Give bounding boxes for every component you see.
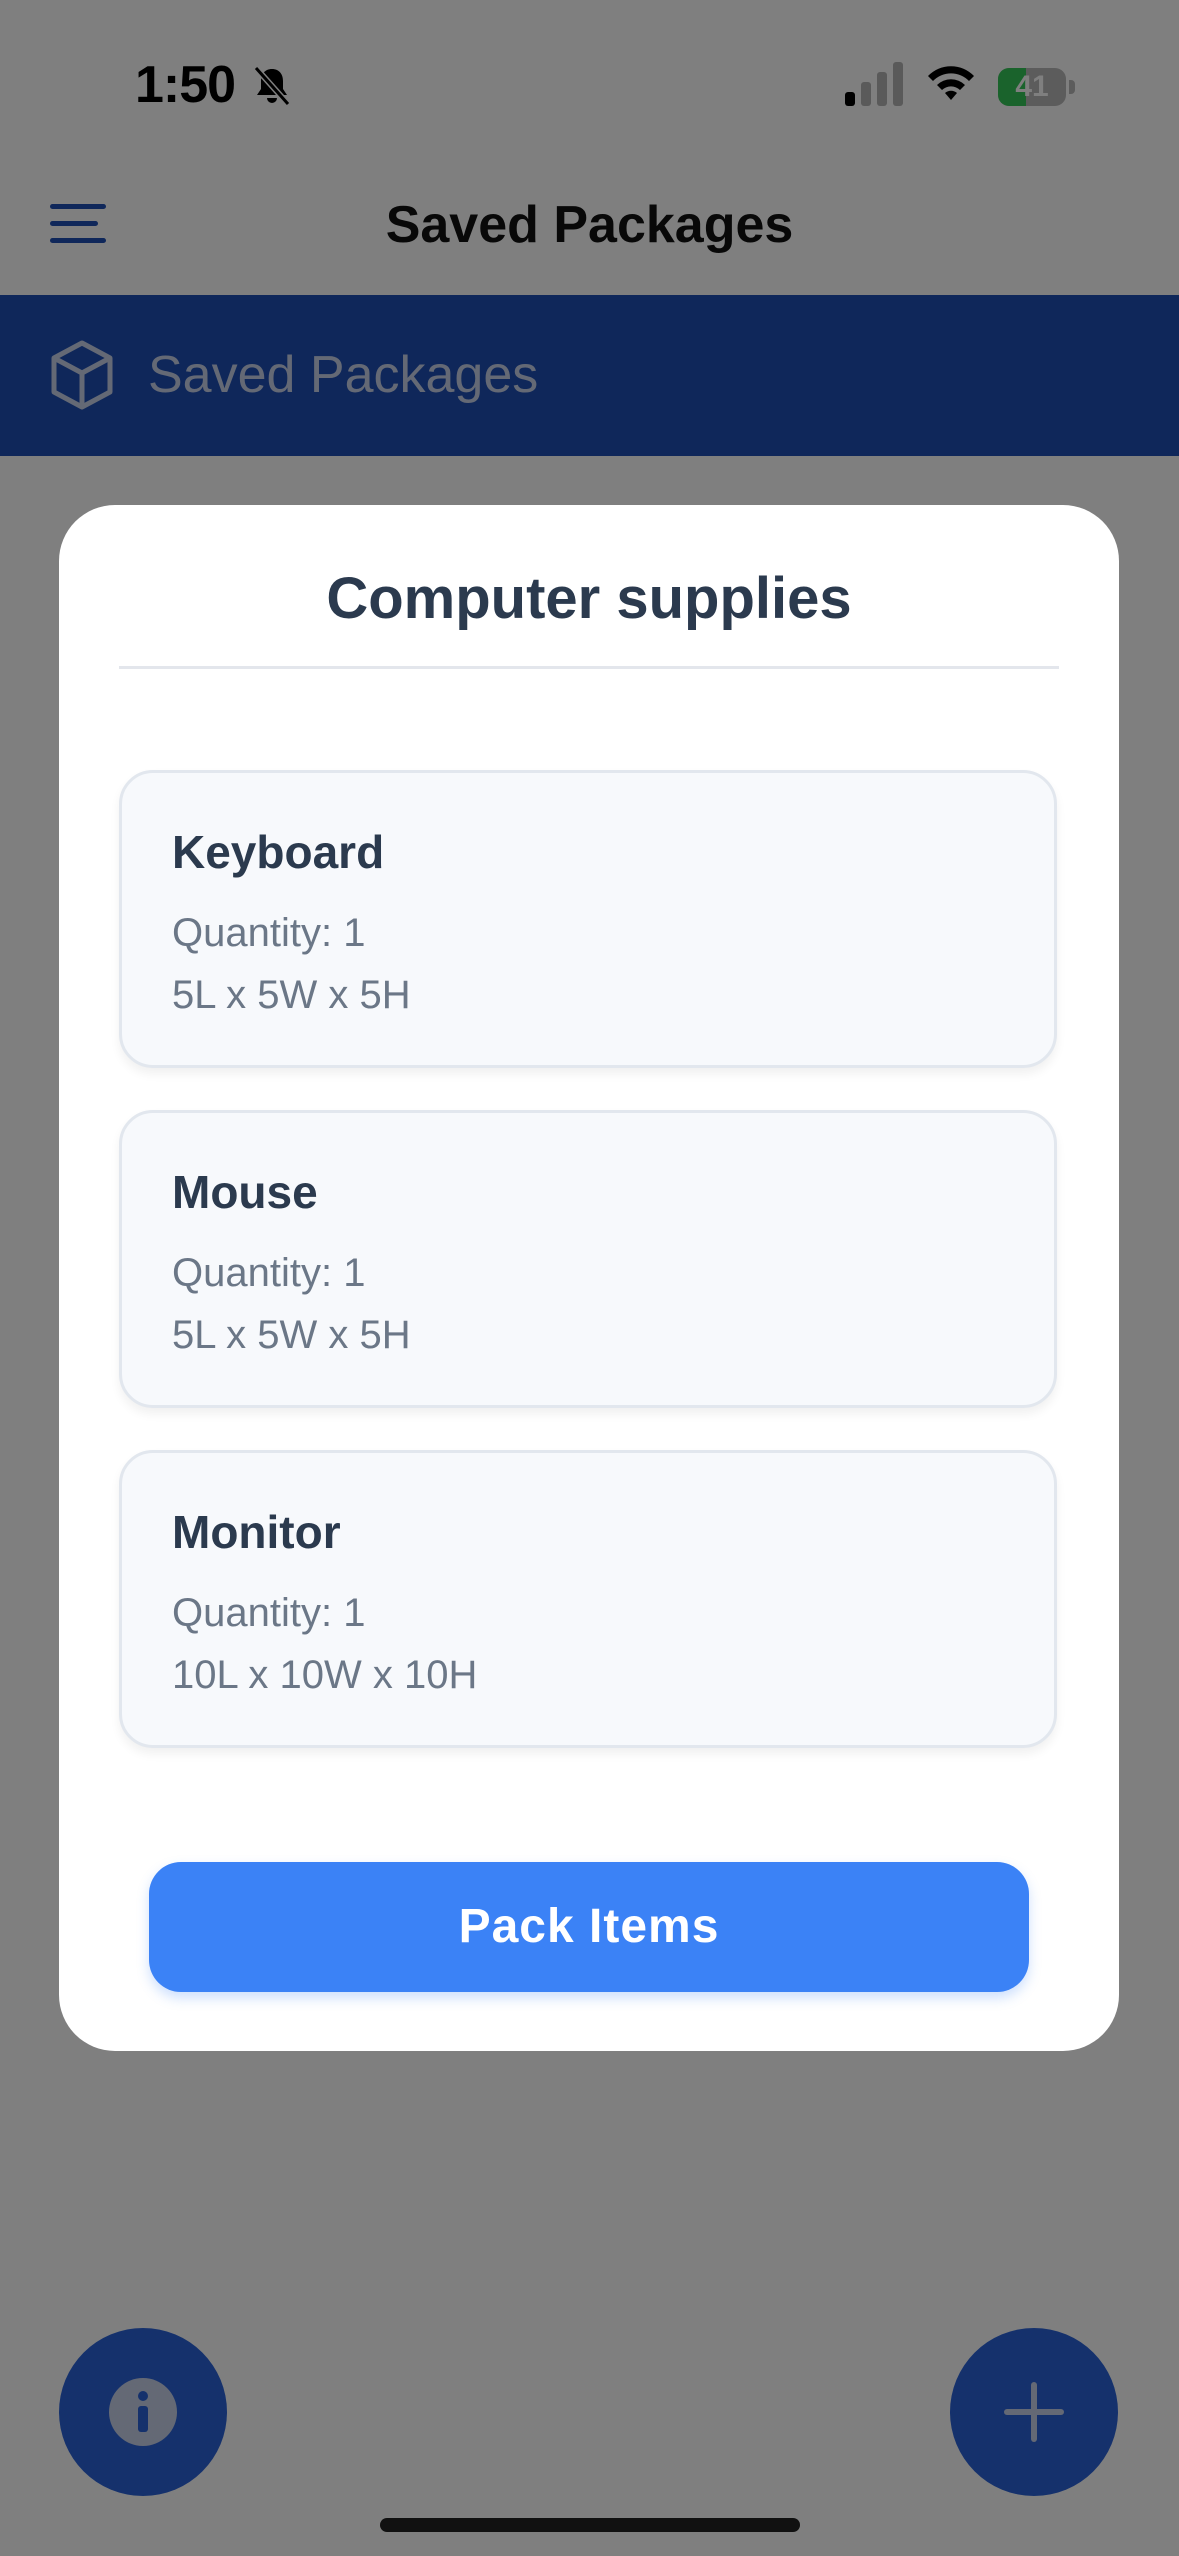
item-name: Mouse <box>172 1166 318 1218</box>
item-quantity: Quantity: 1 <box>172 1251 366 1295</box>
modal-divider <box>119 666 1059 669</box>
item-card: Monitor Quantity: 1 10L x 10W x 10H <box>119 1450 1057 1748</box>
item-quantity: Quantity: 1 <box>172 911 366 955</box>
package-modal: Computer supplies Keyboard Quantity: 1 5… <box>59 505 1119 2051</box>
item-quantity: Quantity: 1 <box>172 1591 366 1635</box>
item-name: Monitor <box>172 1506 341 1558</box>
home-indicator <box>380 2518 800 2532</box>
item-dimensions: 10L x 10W x 10H <box>172 1653 478 1697</box>
item-dimensions: 5L x 5W x 5H <box>172 1313 411 1357</box>
item-dimensions: 5L x 5W x 5H <box>172 973 411 1017</box>
item-card: Keyboard Quantity: 1 5L x 5W x 5H <box>119 770 1057 1068</box>
modal-title: Computer supplies <box>326 566 852 631</box>
item-card: Mouse Quantity: 1 5L x 5W x 5H <box>119 1110 1057 1408</box>
item-name: Keyboard <box>172 826 385 878</box>
pack-items-button[interactable]: Pack Items <box>149 1862 1029 1992</box>
